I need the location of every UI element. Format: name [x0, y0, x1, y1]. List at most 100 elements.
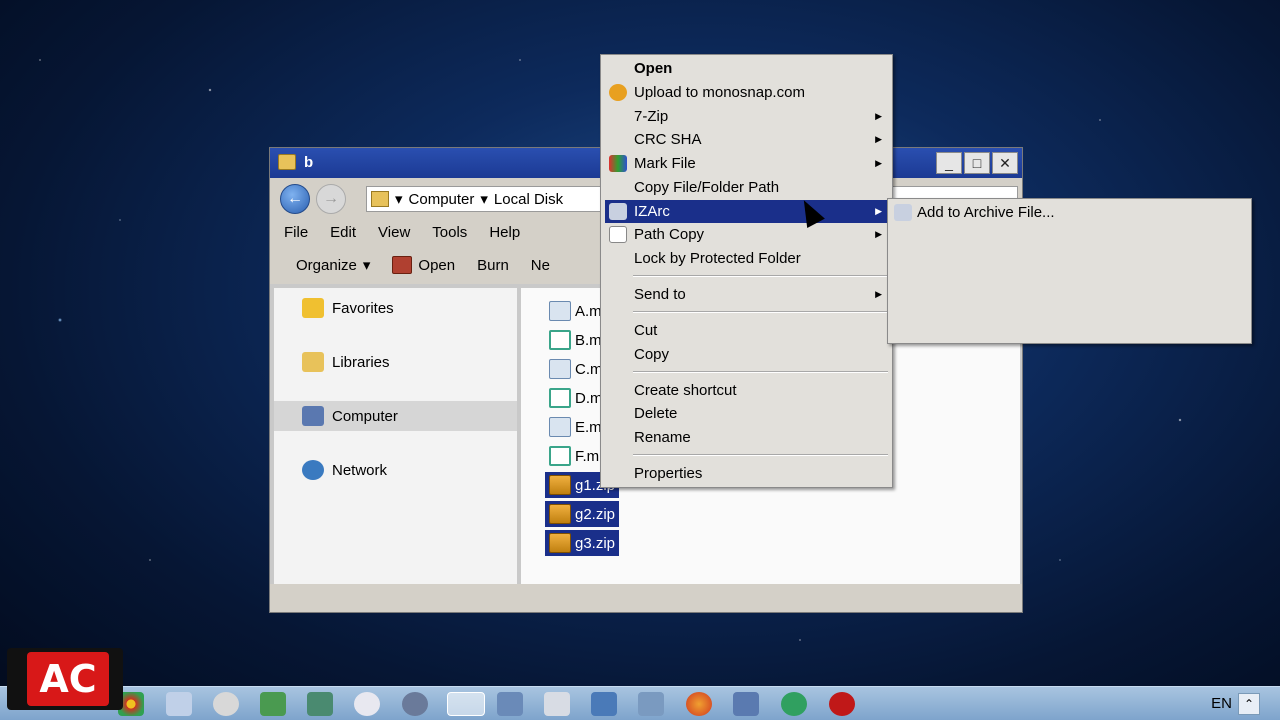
file-item[interactable]: B.m [545, 327, 606, 353]
app-icon[interactable] [260, 692, 286, 716]
tray-expand-icon[interactable]: ⌃ [1238, 693, 1260, 715]
menu-item-open[interactable]: Open [605, 57, 888, 80]
organize-label: Organize [296, 256, 357, 274]
menu-separator [633, 454, 888, 456]
nav-libraries[interactable]: Libraries [302, 352, 390, 372]
app-icon[interactable] [402, 692, 428, 716]
chevron-down-icon[interactable]: ▾ [480, 190, 488, 208]
path-copy-icon [609, 226, 627, 243]
menu-label: IZArc [634, 203, 670, 220]
file-item[interactable]: F.m [545, 443, 603, 469]
explorer-taskbar-button[interactable] [447, 692, 485, 716]
menu-item-7zip[interactable]: 7-Zip ▶ [605, 105, 888, 128]
menu-label: Mark File [634, 155, 696, 172]
menu-label: Lock by Protected Folder [634, 250, 801, 267]
maximize-button[interactable]: □ [964, 152, 990, 174]
address-bar[interactable]: ▾ Computer ▾ Local Disk [366, 186, 606, 212]
recorder-icon[interactable] [829, 692, 855, 716]
menu-view[interactable]: View [378, 224, 410, 241]
computer-icon [302, 406, 324, 426]
menu-item-crc-sha[interactable]: CRC SHA ▶ [605, 128, 888, 151]
zip-file-icon [549, 475, 571, 495]
menu-item-delete[interactable]: Delete [605, 402, 888, 425]
file-item[interactable]: E.m [545, 414, 606, 440]
menu-item-mark-file[interactable]: Mark File ▶ [605, 152, 888, 175]
izarc-icon [609, 203, 627, 220]
app-icon[interactable] [781, 692, 807, 716]
menu-item-properties[interactable]: Properties [605, 462, 888, 485]
organize-button[interactable]: Organize ▾ [296, 256, 370, 275]
submenu-arrow-icon: ▶ [875, 111, 882, 121]
menu-item-add-to-archive[interactable]: Add to Archive File... [890, 201, 1250, 224]
firefox-icon[interactable] [686, 692, 712, 716]
app-icon[interactable] [591, 692, 617, 716]
app-icon[interactable] [733, 692, 759, 716]
menu-item-upload[interactable]: Upload to monosnap.com [605, 81, 888, 104]
close-button[interactable]: ✕ [992, 152, 1018, 174]
new-folder-button[interactable]: Ne [531, 257, 550, 274]
app-icon[interactable] [638, 692, 664, 716]
file-item-selected[interactable]: g3.zip [545, 530, 620, 556]
monosnap-icon [609, 84, 627, 101]
app-icon[interactable] [544, 692, 570, 716]
burn-button[interactable]: Burn [477, 257, 509, 274]
nav-label: Network [332, 461, 388, 479]
menu-item-izarc[interactable]: IZArc ▶ [605, 200, 888, 223]
menu-item-path-copy[interactable]: Path Copy ▶ [605, 223, 888, 246]
folder-icon [278, 154, 296, 170]
menu-item-copy[interactable]: Copy [605, 343, 888, 366]
itunes-icon[interactable] [354, 692, 380, 716]
menu-label: Delete [634, 405, 678, 422]
app-icon[interactable] [497, 692, 523, 716]
menu-file[interactable]: File [284, 224, 308, 241]
file-item[interactable]: D.m [545, 385, 607, 411]
file-item[interactable]: C.m [545, 356, 607, 382]
menu-item-lock[interactable]: Lock by Protected Folder [605, 247, 888, 270]
nav-favorites[interactable]: Favorites [302, 298, 394, 318]
forward-button[interactable]: → [316, 184, 346, 214]
menu-label: Create shortcut [634, 382, 737, 399]
file-item-selected[interactable]: g2.zip [545, 501, 620, 527]
app-icon[interactable] [307, 692, 333, 716]
submenu-arrow-icon: ▶ [875, 158, 882, 168]
breadcrumb-local-disk[interactable]: Local Disk [494, 191, 563, 208]
menu-help[interactable]: Help [489, 224, 520, 241]
menu-separator [633, 371, 888, 373]
minimize-button[interactable]: _ [936, 152, 962, 174]
disc-icon[interactable] [213, 692, 239, 716]
menu-label: Properties [634, 465, 703, 482]
menu-item-copy-path[interactable]: Copy File/Folder Path [605, 176, 888, 199]
zip-file-icon [549, 504, 571, 524]
window-controls: _ □ ✕ [936, 152, 1018, 174]
folder-icon [371, 191, 389, 207]
file-item[interactable]: A.m [545, 298, 606, 324]
file-name: C.m [575, 360, 603, 378]
submenu-arrow-icon: ▶ [875, 229, 882, 239]
nav-network[interactable]: Network [302, 460, 387, 480]
archive-icon [392, 256, 413, 274]
app-icon[interactable] [166, 692, 192, 716]
izarc-submenu: Add to Archive File... [887, 198, 1252, 344]
menu-item-rename[interactable]: Rename [605, 426, 888, 449]
logo-text: AC [27, 652, 109, 706]
menu-item-cut[interactable]: Cut [605, 319, 888, 342]
menu-edit[interactable]: Edit [330, 224, 356, 241]
breadcrumb-computer[interactable]: Computer [409, 191, 475, 208]
file-name: F.m [575, 447, 600, 465]
menu-label: Cut [634, 322, 658, 339]
menu-item-create-shortcut[interactable]: Create shortcut [605, 379, 888, 402]
menu-tools[interactable]: Tools [432, 224, 467, 241]
menu-label: Rename [634, 429, 691, 446]
open-button[interactable]: Open [392, 256, 455, 274]
menu-separator [633, 275, 888, 277]
nav-computer[interactable]: Computer [274, 401, 517, 431]
language-indicator[interactable]: EN [1211, 695, 1232, 712]
video-file-icon [549, 301, 571, 321]
menu-label: CRC SHA [634, 131, 702, 148]
back-button[interactable]: ← [280, 184, 310, 214]
chevron-down-icon[interactable]: ▾ [395, 190, 403, 208]
menu-item-send-to[interactable]: Send to ▶ [605, 283, 888, 306]
nav-label: Libraries [332, 353, 390, 371]
navigation-pane: Favorites Libraries Computer Network [274, 288, 517, 584]
open-label: Open [418, 256, 456, 274]
